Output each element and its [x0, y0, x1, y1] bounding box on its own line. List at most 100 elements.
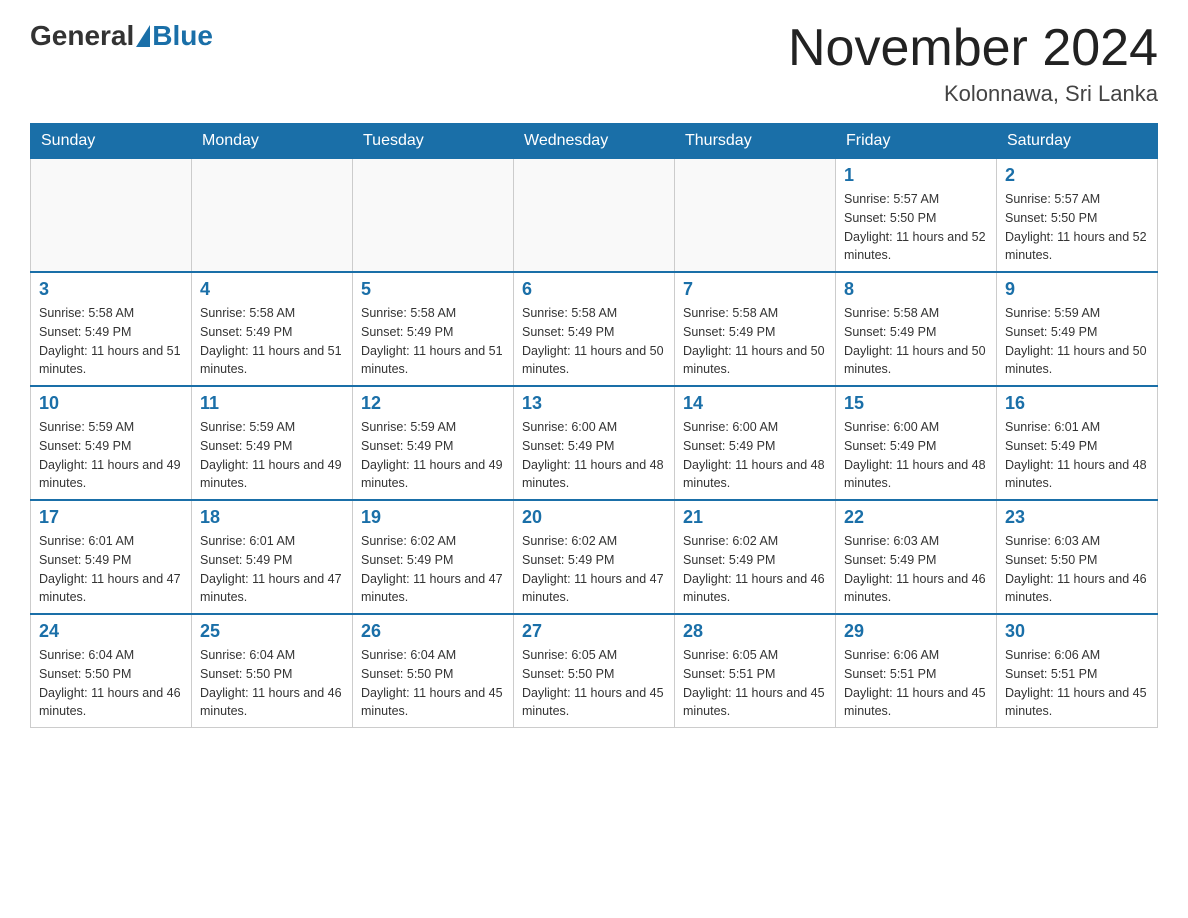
day-number: 1: [844, 165, 988, 186]
calendar-cell: 20 Sunrise: 6:02 AMSunset: 5:49 PMDayligh…: [514, 500, 675, 614]
weekday-header-saturday: Saturday: [997, 124, 1158, 159]
day-number: 14: [683, 393, 827, 414]
calendar-cell: 27 Sunrise: 6:05 AMSunset: 5:50 PMDayligh…: [514, 614, 675, 728]
logo: General Blue: [30, 20, 213, 52]
page-header: General Blue November 2024 Kolonnawa, Sr…: [30, 20, 1158, 107]
day-info: Sunrise: 6:01 AMSunset: 5:49 PMDaylight:…: [200, 532, 344, 607]
day-number: 19: [361, 507, 505, 528]
day-number: 3: [39, 279, 183, 300]
day-number: 24: [39, 621, 183, 642]
day-info: Sunrise: 6:00 AMSunset: 5:49 PMDaylight:…: [522, 418, 666, 493]
day-info: Sunrise: 5:58 AMSunset: 5:49 PMDaylight:…: [200, 304, 344, 379]
day-info: Sunrise: 6:04 AMSunset: 5:50 PMDaylight:…: [361, 646, 505, 721]
location-subtitle: Kolonnawa, Sri Lanka: [788, 81, 1158, 107]
calendar-cell: 26 Sunrise: 6:04 AMSunset: 5:50 PMDayligh…: [353, 614, 514, 728]
calendar-cell: 9Sunrise: 5:59 AMSunset: 5:49 PMDaylight…: [997, 272, 1158, 386]
day-info: Sunrise: 5:58 AMSunset: 5:49 PMDaylight:…: [39, 304, 183, 379]
weekday-header-monday: Monday: [192, 124, 353, 159]
day-number: 15: [844, 393, 988, 414]
calendar-cell: 8 Sunrise: 5:58 AMSunset: 5:49 PMDaylight…: [836, 272, 997, 386]
day-number: 25: [200, 621, 344, 642]
calendar-cell: 19 Sunrise: 6:02 AMSunset: 5:49 PMDayligh…: [353, 500, 514, 614]
day-number: 21: [683, 507, 827, 528]
calendar-cell: 24 Sunrise: 6:04 AMSunset: 5:50 PMDayligh…: [31, 614, 192, 728]
day-info: Sunrise: 6:01 AMSunset: 5:49 PMDaylight:…: [39, 532, 183, 607]
calendar-cell: 13 Sunrise: 6:00 AMSunset: 5:49 PMDayligh…: [514, 386, 675, 500]
calendar-cell: 2 Sunrise: 5:57 AMSunset: 5:50 PMDaylight…: [997, 159, 1158, 273]
calendar-cell: 3 Sunrise: 5:58 AMSunset: 5:49 PMDaylight…: [31, 272, 192, 386]
calendar-cell: 28 Sunrise: 6:05 AMSunset: 5:51 PMDayligh…: [675, 614, 836, 728]
day-info: Sunrise: 6:02 AMSunset: 5:49 PMDaylight:…: [683, 532, 827, 607]
day-info: Sunrise: 6:04 AMSunset: 5:50 PMDaylight:…: [39, 646, 183, 721]
calendar-cell: 1Sunrise: 5:57 AMSunset: 5:50 PMDaylight…: [836, 159, 997, 273]
calendar-cell: 10 Sunrise: 5:59 AMSunset: 5:49 PMDayligh…: [31, 386, 192, 500]
calendar-header-row: SundayMondayTuesdayWednesdayThursdayFrid…: [31, 124, 1158, 159]
logo-blue-text: Blue: [152, 20, 213, 52]
day-number: 16: [1005, 393, 1149, 414]
weekday-header-wednesday: Wednesday: [514, 124, 675, 159]
day-info: Sunrise: 6:05 AMSunset: 5:51 PMDaylight:…: [683, 646, 827, 721]
day-info: Sunrise: 5:59 AMSunset: 5:49 PMDaylight:…: [361, 418, 505, 493]
calendar-cell: 30Sunrise: 6:06 AMSunset: 5:51 PMDayligh…: [997, 614, 1158, 728]
day-info: Sunrise: 6:06 AMSunset: 5:51 PMDaylight:…: [1005, 646, 1149, 721]
day-info: Sunrise: 5:58 AMSunset: 5:49 PMDaylight:…: [361, 304, 505, 379]
calendar-cell: 25 Sunrise: 6:04 AMSunset: 5:50 PMDayligh…: [192, 614, 353, 728]
calendar-cell: 17 Sunrise: 6:01 AMSunset: 5:49 PMDayligh…: [31, 500, 192, 614]
calendar-cell: [353, 159, 514, 273]
day-info: Sunrise: 5:59 AMSunset: 5:49 PMDaylight:…: [1005, 304, 1149, 379]
day-number: 13: [522, 393, 666, 414]
day-number: 23: [1005, 507, 1149, 528]
day-number: 5: [361, 279, 505, 300]
calendar-cell: 16Sunrise: 6:01 AMSunset: 5:49 PMDayligh…: [997, 386, 1158, 500]
day-info: Sunrise: 5:58 AMSunset: 5:49 PMDaylight:…: [683, 304, 827, 379]
day-info: Sunrise: 6:00 AMSunset: 5:49 PMDaylight:…: [683, 418, 827, 493]
calendar-week-row: 10 Sunrise: 5:59 AMSunset: 5:49 PMDayligh…: [31, 386, 1158, 500]
calendar-cell: [192, 159, 353, 273]
day-number: 26: [361, 621, 505, 642]
day-number: 18: [200, 507, 344, 528]
calendar-cell: 12 Sunrise: 5:59 AMSunset: 5:49 PMDayligh…: [353, 386, 514, 500]
day-info: Sunrise: 6:02 AMSunset: 5:49 PMDaylight:…: [361, 532, 505, 607]
calendar-cell: 29Sunrise: 6:06 AMSunset: 5:51 PMDayligh…: [836, 614, 997, 728]
calendar-cell: [675, 159, 836, 273]
weekday-header-thursday: Thursday: [675, 124, 836, 159]
weekday-header-friday: Friday: [836, 124, 997, 159]
title-area: November 2024 Kolonnawa, Sri Lanka: [788, 20, 1158, 107]
calendar-cell: 18 Sunrise: 6:01 AMSunset: 5:49 PMDayligh…: [192, 500, 353, 614]
calendar-cell: 7 Sunrise: 5:58 AMSunset: 5:49 PMDaylight…: [675, 272, 836, 386]
day-info: Sunrise: 6:00 AMSunset: 5:49 PMDaylight:…: [844, 418, 988, 493]
day-info: Sunrise: 6:03 AMSunset: 5:49 PMDaylight:…: [844, 532, 988, 607]
day-info: Sunrise: 5:58 AMSunset: 5:49 PMDaylight:…: [522, 304, 666, 379]
logo-area: General Blue: [30, 20, 213, 52]
day-number: 12: [361, 393, 505, 414]
day-number: 8: [844, 279, 988, 300]
day-info: Sunrise: 6:02 AMSunset: 5:49 PMDaylight:…: [522, 532, 666, 607]
day-info: Sunrise: 5:58 AMSunset: 5:49 PMDaylight:…: [844, 304, 988, 379]
day-info: Sunrise: 5:59 AMSunset: 5:49 PMDaylight:…: [39, 418, 183, 493]
calendar-cell: 6Sunrise: 5:58 AMSunset: 5:49 PMDaylight…: [514, 272, 675, 386]
day-number: 2: [1005, 165, 1149, 186]
calendar-cell: 22Sunrise: 6:03 AMSunset: 5:49 PMDayligh…: [836, 500, 997, 614]
calendar-week-row: 24 Sunrise: 6:04 AMSunset: 5:50 PMDayligh…: [31, 614, 1158, 728]
day-number: 17: [39, 507, 183, 528]
calendar-cell: 11Sunrise: 5:59 AMSunset: 5:49 PMDayligh…: [192, 386, 353, 500]
calendar-cell: 15 Sunrise: 6:00 AMSunset: 5:49 PMDayligh…: [836, 386, 997, 500]
calendar-cell: 23Sunrise: 6:03 AMSunset: 5:50 PMDayligh…: [997, 500, 1158, 614]
day-number: 20: [522, 507, 666, 528]
day-info: Sunrise: 6:06 AMSunset: 5:51 PMDaylight:…: [844, 646, 988, 721]
calendar-cell: 4Sunrise: 5:58 AMSunset: 5:49 PMDaylight…: [192, 272, 353, 386]
logo-triangle-icon: [136, 25, 150, 47]
day-number: 28: [683, 621, 827, 642]
day-info: Sunrise: 5:57 AMSunset: 5:50 PMDaylight:…: [1005, 190, 1149, 265]
month-year-title: November 2024: [788, 20, 1158, 77]
day-number: 27: [522, 621, 666, 642]
calendar-cell: 14 Sunrise: 6:00 AMSunset: 5:49 PMDayligh…: [675, 386, 836, 500]
day-info: Sunrise: 5:59 AMSunset: 5:49 PMDaylight:…: [200, 418, 344, 493]
day-info: Sunrise: 6:05 AMSunset: 5:50 PMDaylight:…: [522, 646, 666, 721]
calendar-cell: 21 Sunrise: 6:02 AMSunset: 5:49 PMDayligh…: [675, 500, 836, 614]
calendar-week-row: 1 Sunrise: 5:57 AMSunset: 5:50 PMDaylight…: [31, 159, 1158, 273]
day-number: 7: [683, 279, 827, 300]
day-number: 10: [39, 393, 183, 414]
weekday-header-sunday: Sunday: [31, 124, 192, 159]
day-info: Sunrise: 6:04 AMSunset: 5:50 PMDaylight:…: [200, 646, 344, 721]
